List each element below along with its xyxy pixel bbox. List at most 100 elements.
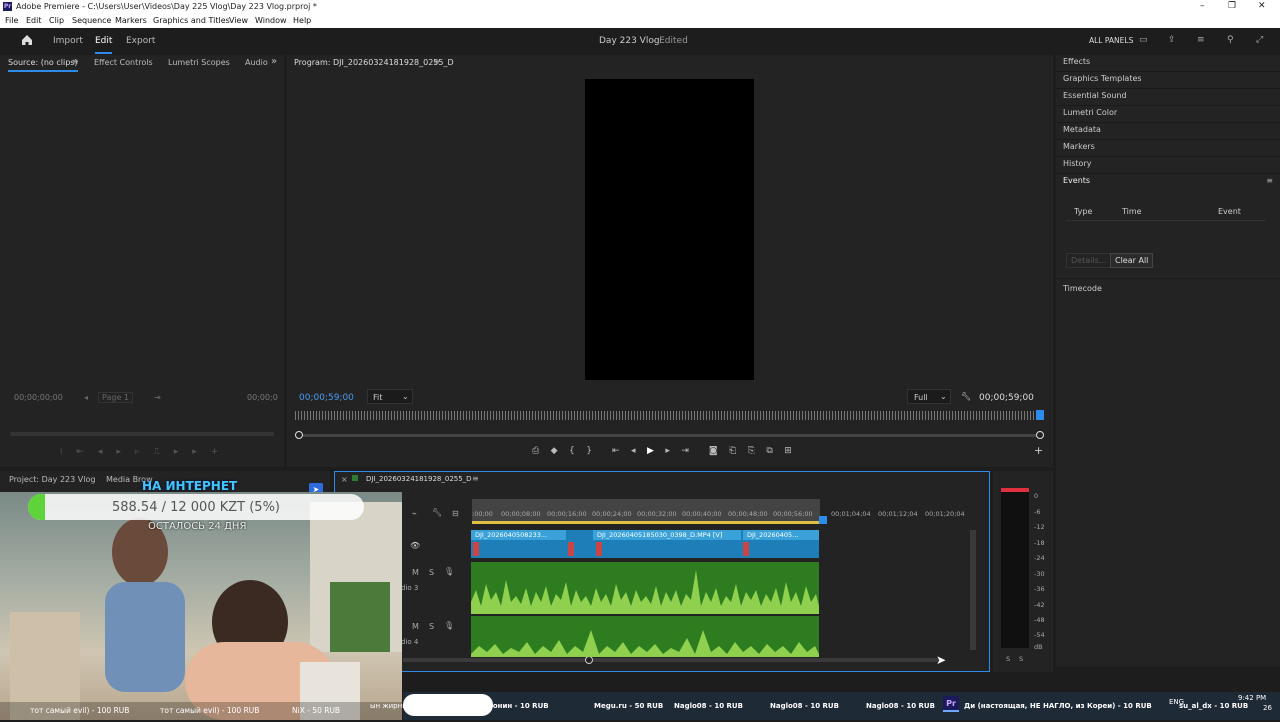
program-zoom-bar[interactable]	[299, 434, 1041, 437]
play-icon[interactable]: ▶	[647, 446, 654, 456]
program-transport-controls[interactable]: ⎙ ◆ { } ⇤ ◂ ▶ ▸ ⇥ ◙ ⎗ ⎘ ⧉ ⊞	[532, 446, 792, 456]
program-monitor-video[interactable]	[585, 79, 754, 380]
share-icon[interactable]: ⇪	[1168, 35, 1176, 45]
source-timecode-left[interactable]: 00;00;00;00	[14, 393, 63, 402]
solo-button[interactable]: S	[429, 622, 434, 631]
more-tabs-icon[interactable]: »	[271, 56, 277, 67]
source-timecode-right[interactable]: 00;00;0	[247, 393, 278, 402]
program-playhead-timecode[interactable]: 00;00;59;00	[299, 393, 354, 403]
zoom-handle-right[interactable]	[1036, 431, 1044, 439]
menu-lines-icon[interactable]: ≡	[1197, 35, 1205, 45]
close-icon[interactable]: ✕	[1258, 1, 1266, 11]
mark-out-icon[interactable]: }	[586, 446, 592, 456]
panel-events-header[interactable]: Events ≡	[1056, 174, 1280, 191]
microphone-icon[interactable]: 🎙︎	[444, 621, 454, 630]
menu-window[interactable]: Window	[255, 16, 287, 25]
program-time-ruler[interactable]	[295, 411, 1044, 420]
restore-icon[interactable]: ❐	[1228, 1, 1236, 11]
timeline-horizontal-scrollbar[interactable]	[403, 658, 943, 662]
search-icon[interactable]: ⚲	[1227, 35, 1234, 45]
menu-graphics-and-titles[interactable]: Graphics and Titles	[153, 16, 230, 25]
program-playhead[interactable]	[1036, 410, 1044, 420]
tab-audio[interactable]: Audio	[245, 58, 268, 67]
panel-effects[interactable]: Effects	[1056, 55, 1280, 72]
wrench-icon[interactable]: 🔧︎	[961, 392, 971, 401]
import-tab[interactable]: Import	[53, 36, 83, 46]
edit-tab[interactable]: Edit	[95, 36, 113, 54]
tab-project[interactable]: Project: Day 223 Vlog	[9, 475, 95, 484]
all-panels-button[interactable]: ALL PANELS	[1089, 36, 1133, 45]
zoom-handle-left[interactable]	[295, 431, 303, 439]
tab-timeline-sequence[interactable]: DJI_20260324181928_0255_D	[366, 475, 472, 483]
video-track-v1[interactable]: DJI_2026040508233... DJI_20260405185030_…	[471, 530, 819, 558]
panel-essential-sound[interactable]: Essential Sound	[1056, 89, 1280, 106]
prev-page-icon[interactable]: ◂	[84, 393, 88, 402]
panel-history[interactable]: History	[1056, 157, 1280, 174]
compare-icon[interactable]: ⧉	[766, 446, 772, 456]
step-forward-icon[interactable]: ▸	[665, 446, 670, 456]
language-indicator[interactable]: ENG	[1169, 698, 1184, 706]
events-menu-icon[interactable]: ≡	[1266, 176, 1273, 185]
linked-selection-icon[interactable]: 🔧︎	[432, 508, 442, 517]
menu-sequence[interactable]: Sequence	[72, 16, 111, 25]
scroll-handle[interactable]	[585, 656, 593, 664]
solo-button[interactable]: S	[429, 568, 434, 577]
tab-lumetri-scopes[interactable]: Lumetri Scopes	[168, 58, 230, 67]
source-scrollbar[interactable]	[10, 432, 274, 436]
timeline-menu-icon[interactable]: ≡	[472, 474, 479, 483]
menu-help[interactable]: Help	[293, 16, 311, 25]
microphone-icon[interactable]: 🎙︎	[444, 567, 454, 576]
solo-left-button[interactable]: S	[1006, 655, 1010, 663]
tab-effect-controls[interactable]: Effect Controls	[94, 58, 153, 67]
menu-view[interactable]: View	[229, 16, 248, 25]
menu-file[interactable]: File	[5, 16, 18, 25]
fit-dropdown[interactable]: Fit ⌄	[367, 389, 413, 404]
program-menu-icon[interactable]: ≡	[433, 57, 440, 66]
source-transport-controls[interactable]: ⟊⇤◂▸▹⎍▸▸+	[60, 447, 270, 457]
insert-icon[interactable]: ⎗	[729, 446, 736, 456]
tab-source-menu-icon[interactable]: ≡	[72, 57, 79, 66]
home-icon[interactable]	[20, 33, 34, 47]
snap-icon[interactable]: ⌁	[412, 509, 417, 518]
menu-clip[interactable]: Clip	[49, 16, 64, 25]
vr-icon[interactable]: ⊞	[784, 446, 792, 456]
menu-edit[interactable]: Edit	[26, 16, 42, 25]
fullscreen-icon[interactable]: ⤢	[1256, 35, 1263, 45]
eye-icon[interactable]: 👁︎	[410, 541, 420, 550]
tab-source[interactable]: Source: (no clips)	[8, 58, 78, 72]
timeline-vertical-scrollbar[interactable]	[970, 530, 976, 650]
audio-clip-a3[interactable]	[471, 562, 819, 614]
panel-graphics-templates[interactable]: Graphics Templates	[1056, 72, 1280, 89]
panel-lumetri-color[interactable]: Lumetri Color	[1056, 106, 1280, 123]
panel-timecode[interactable]: Timecode	[1063, 284, 1102, 293]
go-to-in-icon[interactable]: ⇤	[612, 446, 620, 456]
overwrite-icon[interactable]: ⎘	[748, 446, 755, 456]
clock-date[interactable]: 26	[1263, 704, 1272, 712]
next-page-icon[interactable]: ⇥	[154, 393, 161, 402]
menu-markers[interactable]: Markers	[115, 16, 147, 25]
mute-button[interactable]: M	[412, 568, 419, 577]
audio-clip-a4[interactable]	[471, 616, 819, 657]
clear-all-button[interactable]: Clear All	[1110, 253, 1154, 268]
add-button-icon[interactable]: +	[1034, 444, 1043, 457]
go-to-out-icon[interactable]: ⇥	[681, 446, 689, 456]
add-marker-icon[interactable]: ◆	[551, 446, 558, 456]
step-back-icon[interactable]: ◂	[631, 446, 636, 456]
panel-markers[interactable]: Markers	[1056, 140, 1280, 157]
lift-icon[interactable]: ⎙	[532, 446, 539, 456]
clock-time[interactable]: 9:42 PM	[1238, 694, 1266, 702]
tab-program[interactable]: Program: DJI_20260324181928_0255_D	[294, 58, 454, 67]
export-frame-icon[interactable]: ◙	[709, 446, 718, 456]
export-tab[interactable]: Export	[126, 36, 155, 46]
details-button[interactable]: Details...	[1066, 253, 1112, 268]
solo-right-button[interactable]: S	[1019, 655, 1023, 663]
quality-dropdown[interactable]: Full ⌄	[907, 389, 951, 404]
panel-metadata[interactable]: Metadata	[1056, 123, 1280, 140]
panel-layout-icon[interactable]: ▭	[1139, 35, 1148, 45]
premiere-taskbar-icon[interactable]: Pr	[943, 696, 959, 712]
minimize-icon[interactable]: –	[1200, 1, 1205, 11]
page-selector[interactable]: Page 1	[98, 392, 133, 403]
mark-in-icon[interactable]: {	[569, 446, 575, 456]
timeline-playhead[interactable]	[819, 516, 827, 524]
close-icon[interactable]: ×	[341, 475, 348, 484]
